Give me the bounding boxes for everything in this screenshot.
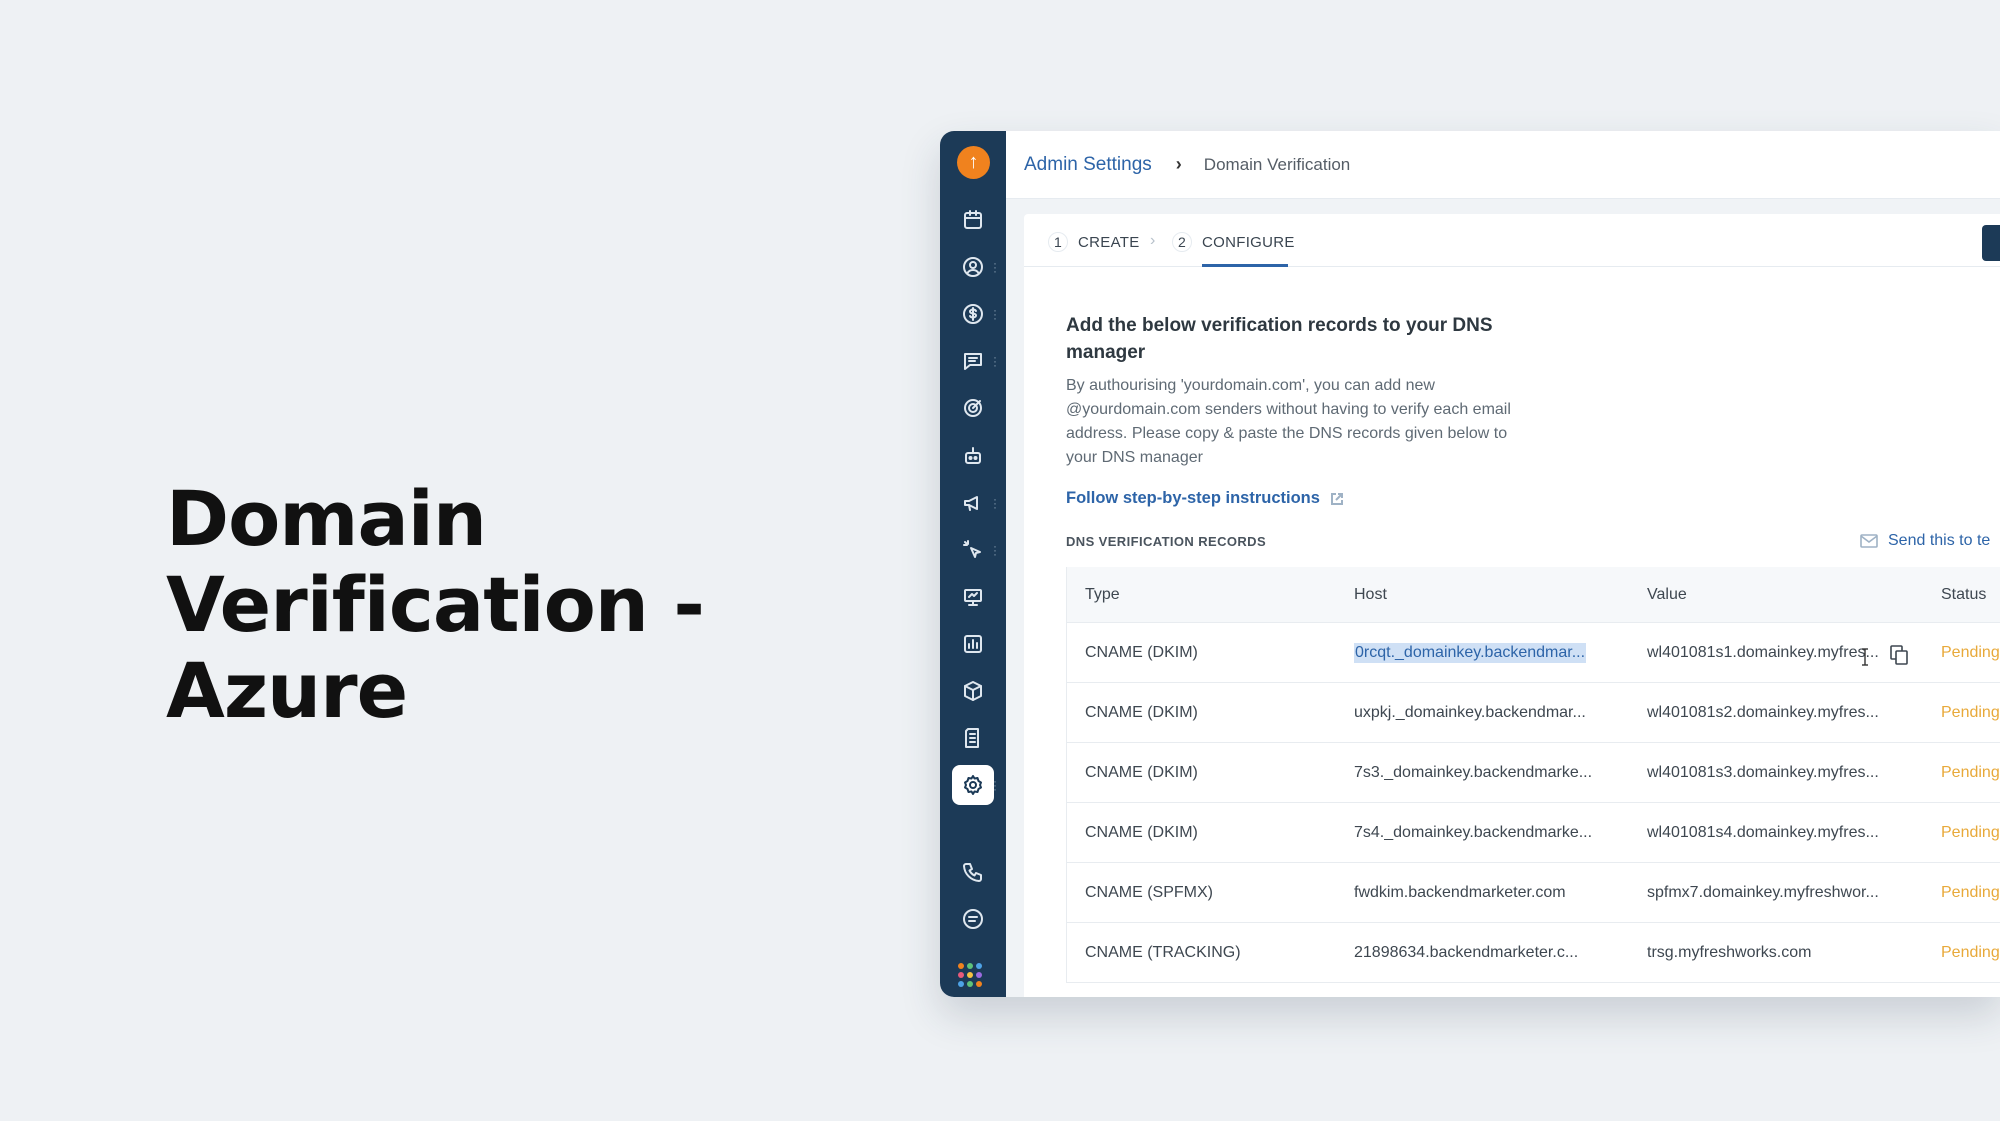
table-row: CNAME (DKIM) uxpkj._domainkey.backendmar…: [1067, 683, 2000, 743]
record-value[interactable]: wl401081s2.domainkey.myfres...: [1647, 683, 1879, 742]
step-number: 1: [1048, 232, 1068, 252]
calendar-icon[interactable]: [952, 200, 994, 240]
more-dots-icon[interactable]: · · ·: [992, 493, 998, 513]
send-to-team-link[interactable]: Send this to te: [1860, 532, 1990, 550]
breadcrumb-separator: ›: [1175, 154, 1182, 174]
hero-title: Domain Verification - Azure: [166, 476, 886, 734]
reports-icon[interactable]: [952, 624, 994, 664]
record-host[interactable]: fwdkim.backendmarketer.com: [1354, 863, 1566, 922]
record-type: CNAME (DKIM): [1085, 763, 1198, 781]
table-row: CNAME (SPFMX) fwdkim.backendmarketer.com…: [1067, 863, 2000, 923]
column-header-status: Status: [1941, 585, 1987, 603]
step-create[interactable]: 1 CREATE: [1048, 232, 1140, 252]
active-step-indicator: [1202, 264, 1288, 267]
sidebar: ↑ · · · · · · · · · · · · · · · · · ·: [940, 131, 1006, 997]
column-header-value: Value: [1647, 585, 1687, 603]
settings-icon[interactable]: [952, 765, 994, 805]
copy-icon[interactable]: [1889, 644, 1909, 666]
section-title: Add the below verification records to yo…: [1066, 315, 1493, 363]
step-label: CREATE: [1078, 233, 1140, 251]
external-link-icon: [1330, 492, 1344, 506]
record-host[interactable]: 0rcqt._domainkey.backendmar...: [1354, 623, 1587, 682]
record-host-text-selected[interactable]: 0rcqt._domainkey.backendmar...: [1354, 642, 1587, 663]
target-icon[interactable]: [952, 388, 994, 428]
text-cursor-icon: [1861, 648, 1869, 666]
instructions-link-label: Follow step-by-step instructions: [1066, 489, 1320, 507]
mail-icon: [1860, 534, 1878, 548]
app-window: ↑ · · · · · · · · · · · · · · · · · · Ad…: [940, 131, 2000, 997]
more-dots-icon[interactable]: · · ·: [992, 351, 998, 371]
message-icon[interactable]: [952, 899, 994, 939]
record-type: CNAME (SPFMX): [1085, 883, 1213, 901]
table-row: CNAME (DKIM) 7s3._domainkey.backendmarke…: [1067, 743, 2000, 803]
dns-records-table: Type Host Value Status CNAME (DKIM) 0rcq…: [1066, 567, 2000, 983]
box-icon[interactable]: [952, 671, 994, 711]
more-dots-icon[interactable]: · · ·: [992, 257, 998, 277]
record-type: CNAME (DKIM): [1085, 823, 1198, 841]
step-configure[interactable]: 2 CONFIGURE: [1172, 232, 1295, 252]
status-badge: Pending: [1941, 643, 2000, 661]
record-host[interactable]: 21898634.backendmarketer.c...: [1354, 923, 1578, 982]
section-description: By authourising 'yourdomain.com', you ca…: [1066, 377, 1511, 466]
status-badge: Pending: [1941, 763, 2000, 781]
record-type: CNAME (TRACKING): [1085, 943, 1241, 961]
more-dots-icon[interactable]: · · ·: [992, 304, 998, 324]
record-value[interactable]: wl401081s4.domainkey.myfres...: [1647, 803, 1879, 862]
contact-icon[interactable]: [952, 247, 994, 287]
table-header-row: Type Host Value Status: [1067, 567, 2000, 623]
record-value[interactable]: wl401081s3.domainkey.myfres...: [1647, 743, 1879, 802]
document-icon[interactable]: [952, 718, 994, 758]
send-to-team-label: Send this to te: [1888, 532, 1991, 549]
table-row: CNAME (DKIM) 7s4._domainkey.backendmarke…: [1067, 803, 2000, 863]
chat-icon[interactable]: [952, 341, 994, 381]
status-badge: Pending: [1941, 883, 2000, 901]
instructions-link[interactable]: Follow step-by-step instructions: [1066, 489, 1344, 508]
record-value[interactable]: trsg.myfreshworks.com: [1647, 923, 1811, 982]
record-value[interactable]: spfmx7.domainkey.myfreshwor...: [1647, 863, 1879, 922]
dns-records-label: DNS VERIFICATION RECORDS: [1066, 534, 1267, 549]
apps-grid-icon[interactable]: [958, 963, 982, 987]
record-type: CNAME (DKIM): [1085, 643, 1198, 661]
hero-title-line-2: Verification - Azure: [166, 560, 705, 735]
rocket-logo-icon[interactable]: ↑: [957, 146, 990, 179]
phone-icon[interactable]: [952, 852, 994, 892]
breadcrumb-current: Domain Verification: [1203, 154, 1351, 174]
dollar-icon[interactable]: [952, 294, 994, 334]
status-badge: Pending: [1941, 703, 2000, 721]
column-header-host: Host: [1354, 585, 1387, 603]
step-separator: ›: [1150, 232, 1156, 249]
monitor-icon[interactable]: [952, 577, 994, 617]
record-value[interactable]: wl401081s1.domainkey.myfres...: [1647, 623, 1879, 682]
click-icon[interactable]: [952, 530, 994, 570]
breadcrumb-admin-settings[interactable]: Admin Settings: [1024, 154, 1152, 176]
step-number: 2: [1172, 232, 1192, 252]
bot-icon[interactable]: [952, 436, 994, 476]
record-host[interactable]: uxpkj._domainkey.backendmar...: [1354, 683, 1586, 742]
hero-title-line-1: Domain: [166, 474, 487, 563]
record-host[interactable]: 7s4._domainkey.backendmarke...: [1354, 803, 1592, 862]
top-action-button[interactable]: [1982, 225, 2000, 261]
domain-verification-panel: 1 CREATE › 2 CONFIGURE Add the below ver…: [1024, 214, 2000, 997]
record-type: CNAME (DKIM): [1085, 703, 1198, 721]
more-dots-icon[interactable]: · · ·: [992, 775, 998, 795]
step-label: CONFIGURE: [1202, 233, 1295, 251]
record-host[interactable]: 7s3._domainkey.backendmarke...: [1354, 743, 1592, 802]
megaphone-icon[interactable]: [952, 483, 994, 523]
content-area: 1 CREATE › 2 CONFIGURE Add the below ver…: [1006, 199, 2000, 997]
table-row: CNAME (TRACKING) 21898634.backendmarkete…: [1067, 923, 2000, 983]
more-dots-icon[interactable]: · · ·: [992, 540, 998, 560]
stepper: 1 CREATE › 2 CONFIGURE: [1024, 214, 2000, 267]
table-row: CNAME (DKIM) 0rcqt._domainkey.backendmar…: [1067, 623, 2000, 683]
column-header-type: Type: [1085, 585, 1120, 603]
status-badge: Pending: [1941, 823, 2000, 841]
breadcrumb: Admin Settings › Domain Verification: [1006, 131, 2000, 199]
status-badge: Pending: [1941, 943, 2000, 961]
